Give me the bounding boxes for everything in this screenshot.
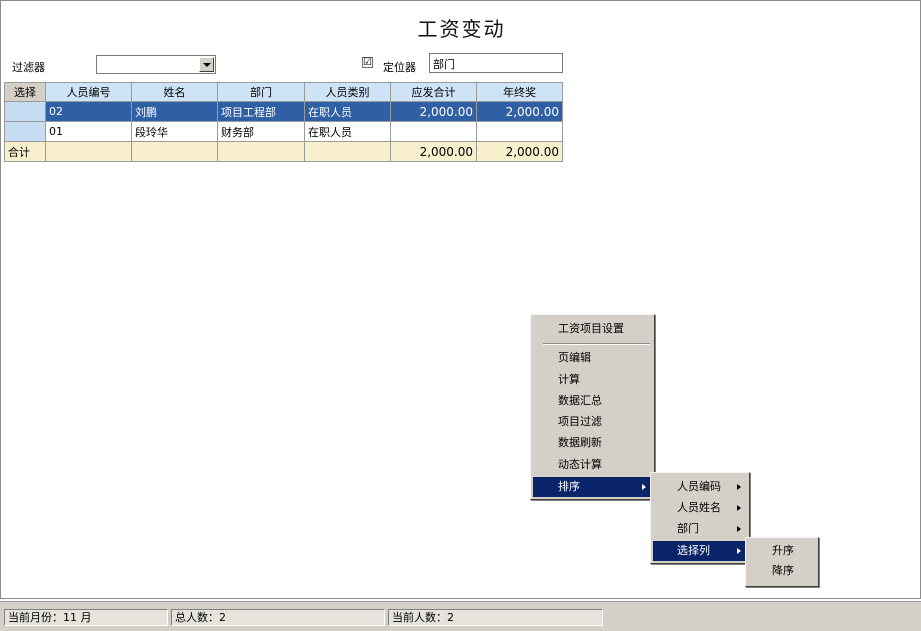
filter-combo[interactable] [96, 55, 216, 74]
chevron-down-icon [202, 62, 211, 67]
main-window: 工资变动 过滤器 ☑ 定位器 部门 选择 人员编号 姓名 部门 人员类别 应发合… [0, 0, 921, 599]
submenu-arrow-icon [737, 505, 741, 511]
menu-item-sort-label: 排序 [558, 480, 580, 493]
locator-label: 定位器 [383, 61, 416, 74]
row-selector[interactable] [4, 121, 46, 142]
submenu-arrow-icon [642, 484, 646, 490]
total-cell-empty [45, 141, 132, 162]
cell-name[interactable]: 段玲华 [131, 121, 218, 142]
salary-grid: 选择 人员编号 姓名 部门 人员类别 应发合计 年终奖 02 刘鹏 项目工程部 … [4, 82, 563, 162]
column-header-name[interactable]: 姓名 [131, 82, 218, 102]
grid-header-row: 选择 人员编号 姓名 部门 人员类别 应发合计 年终奖 [4, 82, 563, 102]
order-submenu: 升序 降序 [745, 537, 819, 587]
menu-item-sort-by-id[interactable]: 人员编码 [651, 477, 747, 497]
menu-item-data-summary[interactable]: 数据汇总 [531, 391, 652, 411]
submenu-arrow-icon [737, 548, 741, 554]
cell-id[interactable]: 01 [45, 121, 132, 142]
total-bonus: 2,000.00 [476, 141, 563, 162]
menu-item-sort-by-name[interactable]: 人员姓名 [651, 498, 747, 518]
menu-item-sort-by-id-label: 人员编码 [677, 480, 721, 493]
menu-item-sort-by-dept[interactable]: 部门 [651, 519, 747, 539]
column-header-id[interactable]: 人员编号 [45, 82, 132, 102]
cell-dept[interactable]: 项目工程部 [217, 101, 305, 122]
menu-item-sort[interactable]: 排序 [533, 477, 652, 497]
status-bar: 当前月份：11 月 总人数：2 当前人数：2 [0, 601, 921, 631]
column-header-select[interactable]: 选择 [4, 82, 46, 102]
column-header-gross[interactable]: 应发合计 [390, 82, 477, 102]
cell-category[interactable]: 在职人员 [304, 121, 391, 142]
cell-name[interactable]: 刘鹏 [131, 101, 218, 122]
cell-gross[interactable]: 2,000.00 [390, 101, 477, 122]
column-header-bonus[interactable]: 年终奖 [476, 82, 563, 102]
cell-bonus[interactable]: 2,000.00 [476, 101, 563, 122]
cell-bonus[interactable] [476, 121, 563, 142]
cell-category[interactable]: 在职人员 [304, 101, 391, 122]
column-header-dept[interactable]: 部门 [217, 82, 305, 102]
status-current-people: 当前人数：2 [388, 609, 603, 626]
filter-label: 过滤器 [12, 61, 45, 74]
total-cell-empty [304, 141, 391, 162]
page-title: 工资变动 [417, 17, 506, 41]
total-cell-empty [217, 141, 305, 162]
total-row: 合计 2,000.00 2,000.00 [4, 141, 563, 162]
locator-input[interactable]: 部门 [429, 53, 563, 73]
submenu-arrow-icon [737, 526, 741, 532]
menu-separator [543, 343, 650, 345]
menu-item-page-edit[interactable]: 页编辑 [531, 348, 652, 368]
table-row[interactable]: 02 刘鹏 项目工程部 在职人员 2,000.00 2,000.00 [4, 101, 563, 122]
menu-item-item-filter[interactable]: 项目过滤 [531, 412, 652, 432]
total-label: 合计 [4, 141, 46, 162]
submenu-arrow-icon [737, 484, 741, 490]
filter-dropdown-button[interactable] [199, 57, 214, 72]
menu-item-dynamic-calc[interactable]: 动态计算 [531, 455, 652, 475]
menu-item-salary-item-settings[interactable]: 工资项目设置 [531, 319, 652, 339]
menu-item-calculate[interactable]: 计算 [531, 370, 652, 390]
menu-item-sort-by-dept-label: 部门 [677, 522, 699, 535]
cell-dept[interactable]: 财务部 [217, 121, 305, 142]
context-menu: 工资项目设置 页编辑 计算 数据汇总 项目过滤 数据刷新 动态计算 排序 [530, 314, 655, 500]
sort-submenu: 人员编码 人员姓名 部门 选择列 [650, 472, 750, 564]
menu-item-descending[interactable]: 降序 [746, 561, 816, 581]
total-gross: 2,000.00 [390, 141, 477, 162]
cell-gross[interactable] [390, 121, 477, 142]
table-row[interactable]: 01 段玲华 财务部 在职人员 [4, 121, 563, 142]
menu-item-sort-by-name-label: 人员姓名 [677, 501, 721, 514]
row-selector[interactable] [4, 101, 46, 122]
status-current-month: 当前月份：11 月 [4, 609, 168, 626]
menu-item-select-column[interactable]: 选择列 [653, 541, 747, 561]
menu-item-ascending[interactable]: 升序 [746, 541, 816, 561]
column-header-category[interactable]: 人员类别 [304, 82, 391, 102]
menu-item-select-column-label: 选择列 [677, 544, 710, 557]
cell-id[interactable]: 02 [45, 101, 132, 122]
status-total-people: 总人数：2 [171, 609, 385, 626]
locator-checkbox[interactable]: ☑ [362, 57, 373, 68]
menu-item-data-refresh[interactable]: 数据刷新 [531, 433, 652, 453]
total-cell-empty [131, 141, 218, 162]
